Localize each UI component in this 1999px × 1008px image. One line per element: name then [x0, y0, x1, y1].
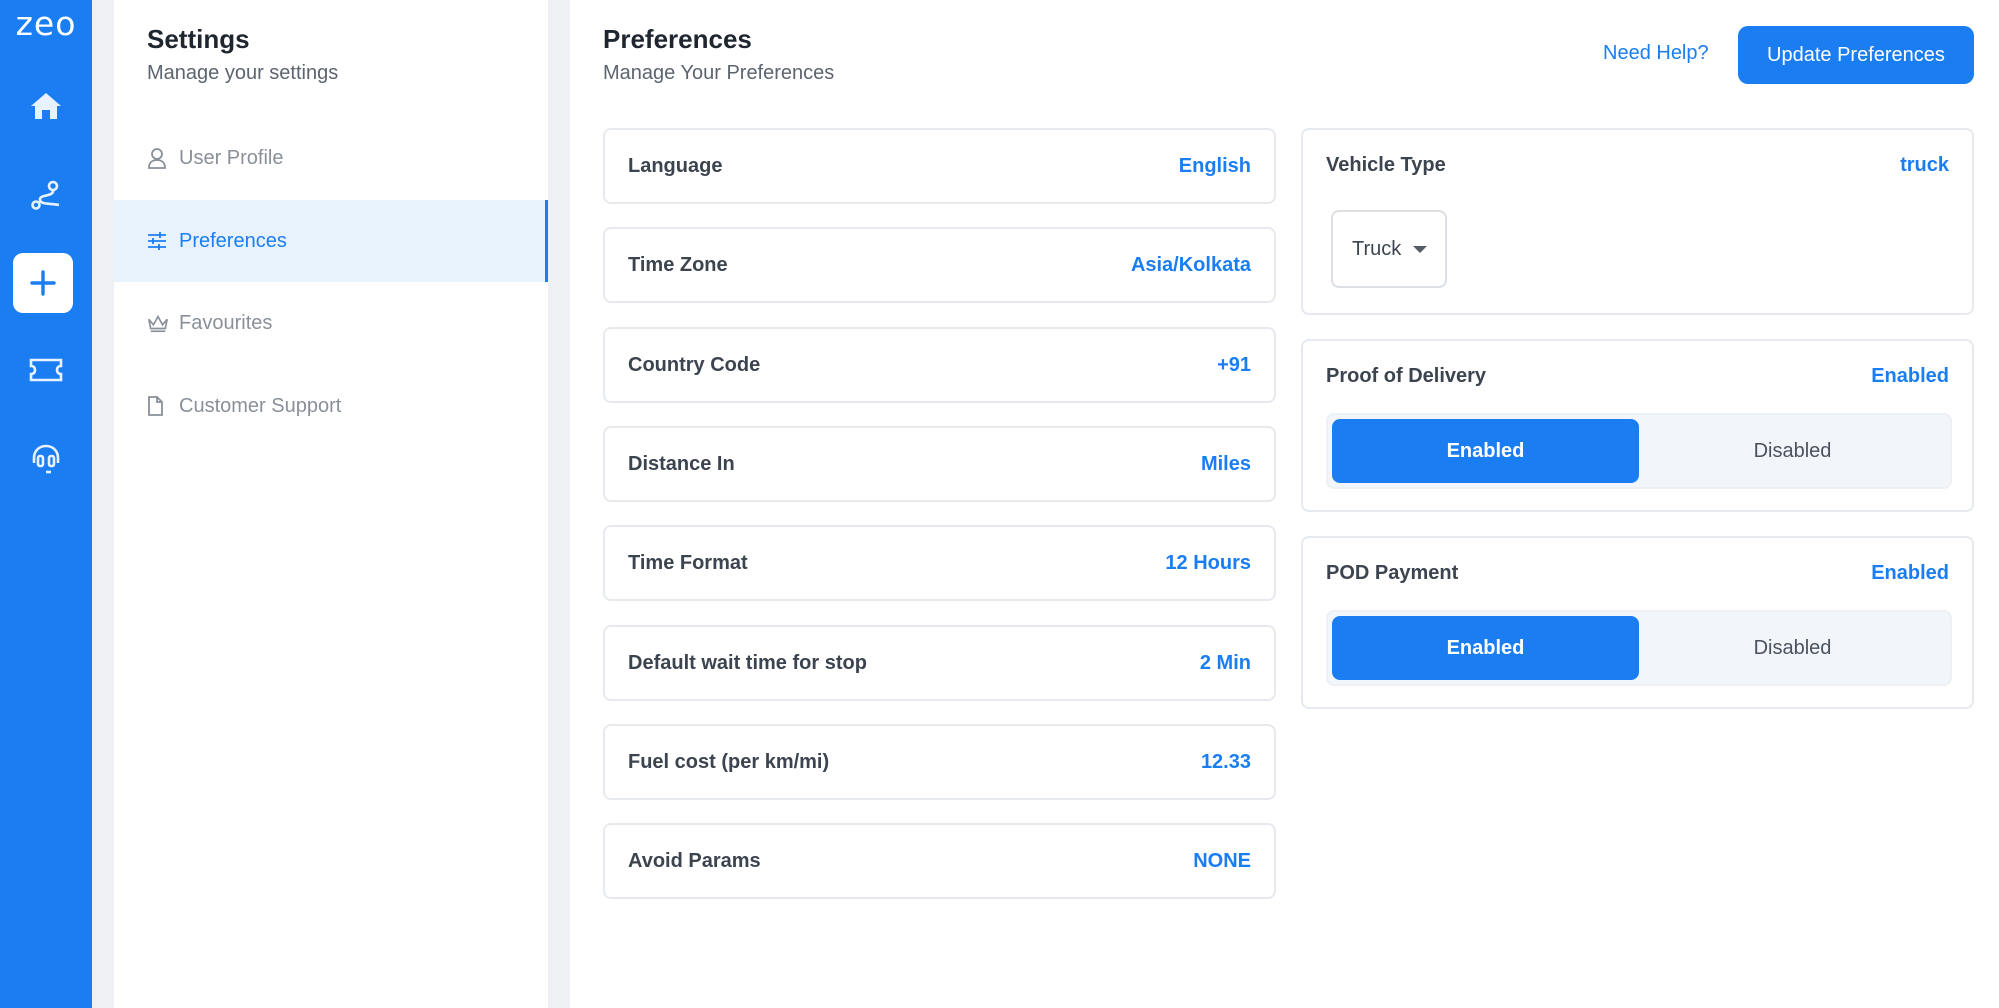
add-button[interactable]	[13, 253, 73, 313]
vehicle-type-selected: Truck	[1352, 237, 1402, 260]
nav-item-customer-support[interactable]: Customer Support	[114, 365, 548, 447]
pref-row-distance-in[interactable]: Distance In Miles	[603, 426, 1276, 502]
vehicle-type-card: Vehicle Type truck Truck	[1301, 128, 1974, 315]
vehicle-type-label: Vehicle Type	[1326, 154, 1446, 176]
pref-label: Fuel cost (per km/mi)	[628, 750, 830, 773]
pref-label: Default wait time for stop	[628, 651, 867, 674]
pref-label: Time Format	[628, 551, 748, 574]
pref-value: NONE	[1193, 849, 1251, 872]
pod-payment-value: Enabled	[1871, 562, 1949, 584]
need-help-link[interactable]: Need Help?	[1603, 42, 1709, 65]
pref-value: Miles	[1200, 452, 1251, 475]
pref-row-country-code[interactable]: Country Code +91	[603, 327, 1276, 403]
pref-row-default-wait-time[interactable]: Default wait time for stop 2 Min	[603, 625, 1276, 701]
crown-icon	[147, 312, 169, 334]
nav-item-label: Favourites	[179, 311, 273, 334]
pref-row-avoid-params[interactable]: Avoid Params NONE	[603, 823, 1276, 899]
zeo-logo[interactable]: zeo	[10, 6, 82, 42]
card-header: Vehicle Type truck	[1326, 154, 1949, 177]
user-icon	[147, 147, 169, 169]
sliders-icon	[147, 230, 169, 252]
proof-of-delivery-label: Proof of Delivery	[1326, 365, 1487, 387]
document-icon	[147, 395, 169, 417]
nav-item-user-profile[interactable]: User Profile	[114, 117, 548, 199]
pref-value: 2 Min	[1199, 651, 1251, 674]
proof-of-delivery-toggle: Enabled Disabled	[1326, 413, 1952, 489]
pref-value: 12.33	[1200, 750, 1251, 773]
pref-label: Avoid Params	[628, 849, 761, 872]
pref-value: English	[1178, 154, 1251, 177]
proof-of-delivery-disabled-option[interactable]: Disabled	[1639, 419, 1946, 483]
card-header: Proof of Delivery Enabled	[1326, 365, 1949, 388]
nav-item-label: Customer Support	[179, 394, 342, 417]
pref-label: Time Zone	[628, 253, 728, 276]
settings-subtitle: Manage your settings	[147, 62, 339, 84]
pod-payment-enabled-option[interactable]: Enabled	[1332, 616, 1639, 680]
proof-of-delivery-enabled-option[interactable]: Enabled	[1332, 419, 1639, 483]
pod-payment-card: POD Payment Enabled Enabled Disabled	[1301, 536, 1974, 709]
pref-row-fuel-cost[interactable]: Fuel cost (per km/mi) 12.33	[603, 724, 1276, 800]
pod-payment-label: POD Payment	[1326, 562, 1459, 584]
pref-row-time-zone[interactable]: Time Zone Asia/Kolkata	[603, 227, 1276, 303]
page-title: Preferences	[603, 24, 752, 54]
settings-sidebar: Settings Manage your settings User Profi…	[114, 0, 548, 1008]
ticket-icon[interactable]	[22, 346, 70, 394]
update-preferences-button[interactable]: Update Preferences	[1738, 26, 1974, 84]
nav-item-preferences[interactable]: Preferences	[114, 200, 548, 282]
pod-payment-toggle: Enabled Disabled	[1326, 610, 1952, 686]
preferences-main: Preferences Manage Your Preferences Need…	[570, 0, 1999, 1008]
pref-label: Country Code	[628, 353, 761, 376]
page-subtitle: Manage Your Preferences	[603, 62, 835, 84]
route-icon[interactable]	[22, 172, 70, 220]
vehicle-type-value: truck	[1900, 154, 1949, 176]
caret-down-icon	[1413, 245, 1428, 253]
pref-label: Distance In	[628, 452, 735, 475]
nav-item-label: Preferences	[179, 229, 287, 252]
pref-row-time-format[interactable]: Time Format 12 Hours	[603, 525, 1276, 601]
headset-icon[interactable]	[22, 434, 70, 482]
pref-value: Asia/Kolkata	[1130, 253, 1251, 276]
pref-value: 12 Hours	[1165, 551, 1251, 574]
pod-payment-disabled-option[interactable]: Disabled	[1639, 616, 1946, 680]
card-header: POD Payment Enabled	[1326, 562, 1949, 585]
pref-label: Language	[628, 154, 723, 177]
plus-icon	[30, 270, 56, 296]
nav-rail: zeo	[0, 0, 92, 1008]
nav-item-favourites[interactable]: Favourites	[114, 282, 548, 364]
proof-of-delivery-card: Proof of Delivery Enabled Enabled Disabl…	[1301, 339, 1974, 512]
proof-of-delivery-value: Enabled	[1871, 365, 1949, 387]
pref-row-language[interactable]: Language English	[603, 128, 1276, 204]
pref-value: +91	[1217, 353, 1251, 376]
settings-title: Settings	[147, 24, 250, 54]
home-icon[interactable]	[22, 82, 70, 130]
vehicle-type-select[interactable]: Truck	[1331, 210, 1447, 288]
nav-item-label: User Profile	[179, 146, 284, 169]
